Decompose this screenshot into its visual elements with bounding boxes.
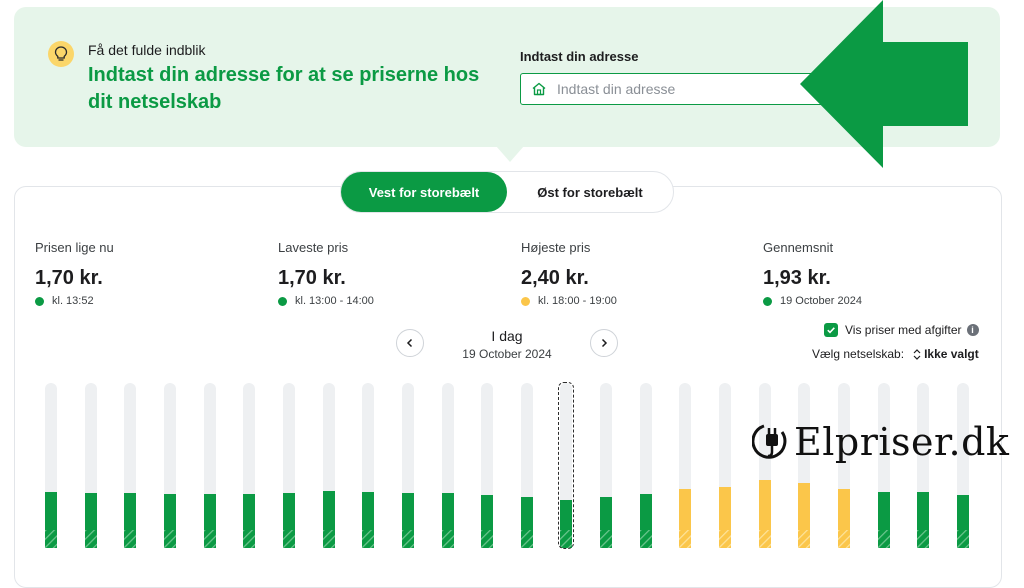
- check-icon: [827, 327, 835, 334]
- status-dot: [521, 296, 530, 306]
- stat-sub: kl. 18:00 - 19:00: [538, 295, 617, 307]
- stat-average: Gennemsnit 1,93 kr. 19 October 2024: [763, 240, 862, 307]
- banner-title: Indtast din adresse for at se priserne h…: [88, 64, 480, 113]
- stat-label: Laveste pris: [278, 240, 349, 255]
- stat-value: 1,93 kr.: [763, 267, 831, 289]
- prev-day-button[interactable]: [396, 329, 424, 357]
- grid-company-select[interactable]: Vælg netselskab: Ikke valgt: [812, 347, 979, 361]
- address-input[interactable]: [555, 80, 839, 98]
- status-dot: [278, 296, 287, 306]
- stat-sub: 19 October 2024: [780, 295, 862, 307]
- banner-kicker: Få det fulde indblik: [88, 42, 206, 58]
- sort-arrows-icon: [913, 348, 921, 360]
- vat-toggle[interactable]: Vis priser med afgifter i: [824, 323, 979, 337]
- stat-sub: kl. 13:00 - 14:00: [295, 295, 374, 307]
- chevron-right-icon: [601, 338, 608, 348]
- pointing-arrow-icon: [800, 0, 968, 168]
- stat-value: 2,40 kr.: [521, 267, 589, 289]
- vat-checkbox[interactable]: [824, 323, 838, 337]
- lightbulb-icon: [48, 41, 74, 67]
- date-subtitle: 19 October 2024: [462, 347, 552, 361]
- logo-text: Elpriser.dk: [794, 420, 1010, 464]
- status-dot: [35, 296, 44, 306]
- region-toggle: Vest for storebælt Øst for storebælt: [340, 171, 674, 213]
- tab-oest[interactable]: Øst for storebælt: [507, 172, 673, 212]
- info-icon[interactable]: i: [966, 324, 979, 336]
- date-title: I dag: [491, 328, 523, 344]
- stat-label: Gennemsnit: [763, 240, 834, 255]
- stat-sub: kl. 13:52: [52, 295, 94, 307]
- plug-logo-icon: [752, 424, 787, 459]
- address-label: Indtast din adresse: [520, 49, 639, 64]
- status-dot: [763, 296, 772, 306]
- next-day-button[interactable]: [590, 329, 618, 357]
- stat-current: Prisen lige nu 1,70 kr. kl. 13:52: [35, 240, 114, 307]
- grid-label: Vælg netselskab:: [812, 347, 905, 361]
- stat-highest: Højeste pris 2,40 kr. kl. 18:00 - 19:00: [521, 240, 617, 307]
- stat-label: Højeste pris: [521, 240, 591, 255]
- grid-value: Ikke valgt: [924, 347, 979, 361]
- banner-pointer: [496, 146, 524, 162]
- tab-vest[interactable]: Vest for storebælt: [341, 172, 507, 212]
- chevron-left-icon: [406, 338, 413, 348]
- home-icon: [531, 81, 547, 97]
- elpriser-logo: Elpriser.dk: [752, 420, 1009, 464]
- stat-label: Prisen lige nu: [35, 240, 114, 255]
- vat-label: Vis priser med afgifter: [845, 323, 962, 337]
- stat-value: 1,70 kr.: [35, 267, 103, 289]
- stat-lowest: Laveste pris 1,70 kr. kl. 13:00 - 14:00: [278, 240, 374, 307]
- stat-value: 1,70 kr.: [278, 267, 346, 289]
